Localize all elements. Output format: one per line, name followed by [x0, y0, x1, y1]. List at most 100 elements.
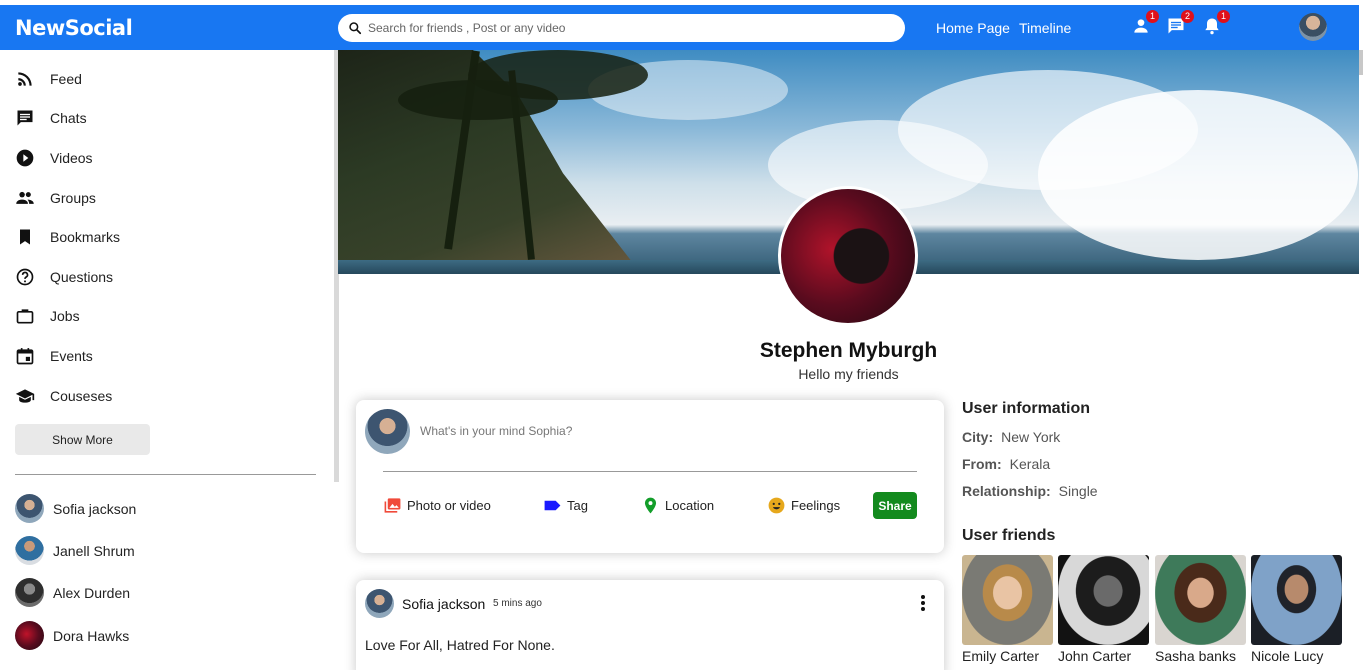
user-friend-card[interactable]: Nicole Lucy: [1251, 555, 1342, 664]
share-option-location[interactable]: Location: [641, 496, 714, 515]
search-icon: [349, 22, 362, 35]
nav-link-timeline[interactable]: Timeline: [1019, 20, 1071, 36]
profile-bio: Hello my friends: [798, 366, 899, 382]
share-option-feelings[interactable]: Feelings: [767, 496, 840, 515]
share-option-label: Feelings: [791, 498, 841, 513]
avatar: [365, 409, 410, 454]
profile-picture[interactable]: [778, 186, 918, 326]
share-card: Photo or video Tag Location Feelings Sha…: [356, 400, 944, 553]
avatar: [15, 536, 44, 565]
label-icon: [544, 500, 561, 511]
friend-photo: [1058, 555, 1149, 645]
messages-button[interactable]: 2: [1166, 10, 1194, 38]
info-value: New York: [1001, 429, 1061, 445]
sidebar-item-label: Groups: [50, 190, 96, 206]
sidebar-item-label: Chats: [50, 110, 87, 126]
share-option-tag[interactable]: Tag: [543, 496, 588, 515]
bookmark-icon: [20, 229, 30, 245]
friend-photo: [1251, 555, 1342, 645]
page-scrollbar[interactable]: [1359, 50, 1363, 75]
sidebar-item-jobs[interactable]: Jobs: [15, 306, 80, 326]
sidebar-item-feed[interactable]: Feed: [15, 69, 82, 89]
sidebar-friend[interactable]: Sofia jackson: [15, 494, 136, 523]
sidebar-item-bookmarks[interactable]: Bookmarks: [15, 227, 120, 247]
info-key: City:: [962, 429, 994, 445]
avatar: [15, 494, 44, 523]
info-value: Single: [1058, 483, 1098, 499]
chat-icon: [17, 110, 33, 126]
smiley-icon: [768, 497, 785, 514]
friend-name: Nicole Lucy: [1251, 648, 1324, 664]
sidebar-item-videos[interactable]: Videos: [15, 148, 93, 168]
avatar[interactable]: [365, 589, 394, 618]
top-nav-links: Home Page Timeline: [936, 20, 1071, 36]
notifications-badge: 1: [1217, 10, 1230, 23]
rss-feed-icon: [18, 72, 32, 86]
user-friend-card[interactable]: Sasha banks: [1155, 555, 1246, 664]
sidebar-item-courses[interactable]: Couseses: [15, 386, 112, 406]
friend-name: John Carter: [1058, 648, 1132, 664]
post-timestamp: 5 mins ago: [493, 598, 542, 609]
notifications-button[interactable]: 1: [1202, 10, 1230, 38]
share-option-photo-video[interactable]: Photo or video: [383, 496, 491, 515]
user-friend-card[interactable]: Emily Carter: [962, 555, 1053, 664]
friend-name: Emily Carter: [962, 648, 1040, 664]
school-icon: [15, 389, 35, 403]
photo-library-icon: [384, 498, 401, 513]
sidebar-friend[interactable]: Dora Hawks: [15, 621, 129, 650]
sidebar-item-label: Videos: [50, 150, 93, 166]
messages-badge: 2: [1181, 10, 1194, 23]
user-avatar[interactable]: [1299, 13, 1327, 41]
user-info-title: User information: [962, 400, 1091, 417]
sidebar-friend[interactable]: Janell Shrum: [15, 536, 135, 565]
post-card: Sofia jackson 5 mins ago Love For All, H…: [356, 580, 944, 670]
info-value: Kerala: [1009, 456, 1051, 472]
sidebar-item-label: Jobs: [50, 308, 80, 324]
info-key: Relationship:: [962, 483, 1051, 499]
friend-requests-button[interactable]: 1: [1131, 10, 1159, 38]
sidebar-item-label: Questions: [50, 269, 114, 285]
user-info-relationship: Relationship: Single: [962, 483, 1098, 499]
nav-link-home-page[interactable]: Home Page: [936, 20, 1010, 36]
sidebar-friend[interactable]: Alex Durden: [15, 578, 130, 607]
friend-name: Janell Shrum: [53, 542, 135, 559]
sidebar-divider: [15, 474, 316, 475]
briefcase-icon: [16, 309, 34, 324]
search-input[interactable]: [368, 21, 888, 35]
more-vert-icon[interactable]: [917, 593, 929, 613]
share-input[interactable]: [420, 424, 910, 438]
post-username[interactable]: Sofia jackson: [402, 596, 485, 612]
profile-name: Stephen Myburgh: [759, 339, 938, 362]
sidebar-item-label: Feed: [50, 71, 82, 87]
divider: [383, 471, 917, 472]
avatar: [15, 621, 44, 650]
user-friends-title: User friends: [962, 527, 1056, 544]
play-circle-icon: [16, 149, 34, 167]
friend-requests-badge: 1: [1146, 10, 1159, 23]
sidebar-item-chats[interactable]: Chats: [15, 108, 87, 128]
search-bar[interactable]: [338, 14, 905, 42]
friend-name: Dora Hawks: [53, 627, 130, 644]
post-text: Love For All, Hatred For None.: [365, 637, 555, 653]
friend-photo: [1155, 555, 1246, 645]
friend-name: Sasha banks: [1155, 648, 1236, 664]
sidebar-item-label: Bookmarks: [50, 229, 121, 245]
avatar: [15, 578, 44, 607]
friend-name: Alex Durden: [53, 584, 131, 601]
location-pin-icon: [644, 497, 657, 514]
share-button[interactable]: Share: [873, 492, 917, 519]
show-more-button[interactable]: Show More: [15, 424, 150, 455]
share-option-label: Tag: [567, 498, 588, 513]
user-friend-card[interactable]: John Carter: [1058, 555, 1149, 664]
friend-name: Sofia jackson: [53, 500, 137, 517]
info-key: From:: [962, 456, 1002, 472]
share-option-label: Location: [665, 498, 715, 513]
sidebar-item-questions[interactable]: Questions: [15, 267, 113, 287]
group-icon: [16, 191, 34, 204]
share-option-label: Photo or video: [407, 498, 491, 513]
top-navbar: NewSocial Home Page Timeline 1 2 1: [0, 5, 1359, 50]
help-circle-icon: [16, 268, 34, 286]
sidebar-item-groups[interactable]: Groups: [15, 188, 96, 208]
user-info-city: City: New York: [962, 429, 1060, 445]
app-logo[interactable]: NewSocial: [15, 16, 133, 40]
